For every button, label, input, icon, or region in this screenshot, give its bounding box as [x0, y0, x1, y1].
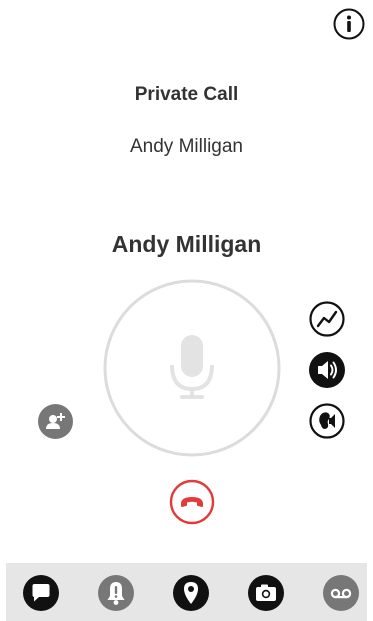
nav-camera-button[interactable] [248, 575, 284, 611]
speaker-button[interactable] [309, 352, 345, 388]
callee-name: Andy Milligan [111, 231, 262, 257]
info-button[interactable] [333, 8, 365, 40]
nav-chat-button[interactable] [23, 575, 59, 611]
signal-graph-button[interactable] [309, 301, 345, 337]
chat-bubble-icon [23, 575, 59, 611]
voicemail-icon [323, 575, 359, 611]
earpiece-button[interactable] [309, 403, 345, 439]
add-user-button[interactable] [38, 404, 73, 439]
location-pin-icon [173, 575, 209, 611]
end-call-button[interactable] [169, 479, 215, 525]
push-to-talk-button[interactable] [103, 279, 281, 457]
alert-bell-icon [98, 575, 134, 611]
signal-graph-icon [309, 301, 345, 337]
bottom-nav-bar [6, 563, 367, 621]
add-user-icon [38, 404, 73, 439]
call-type-label: Private Call [134, 84, 239, 105]
speaker-icon [309, 352, 345, 388]
earpiece-icon [309, 403, 345, 439]
callee-name-subtitle: Andy Milligan [130, 136, 243, 157]
camera-icon [248, 575, 284, 611]
info-icon [333, 8, 365, 40]
nav-location-button[interactable] [173, 575, 209, 611]
nav-alert-button[interactable] [98, 575, 134, 611]
nav-voicemail-button[interactable] [323, 575, 359, 611]
end-call-icon [169, 479, 215, 525]
